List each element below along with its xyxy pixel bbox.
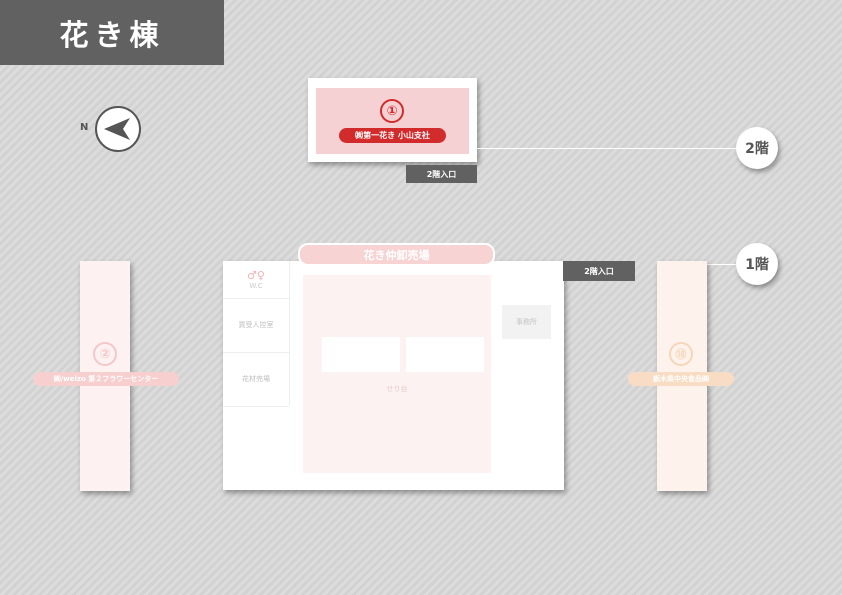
wholesale-floor [303,275,491,473]
floor-1-leader-line [706,264,740,265]
restroom: ♂♀ W.C [223,261,289,299]
auction-stand-label: せり台 [386,385,408,393]
building-18-number: ⑱ [669,342,693,366]
entrance-2f-upper: 2階入口 [406,165,477,183]
buyer-room: 買受人控室 [223,298,289,353]
floor-1-badge: 1階 [736,243,778,285]
restroom-label: W.C [249,281,263,290]
building-1-number: ① [380,99,404,123]
callout-pointer [396,265,408,272]
north-arrow-icon [95,106,141,152]
entrance-2f-main: 2階入口 [563,261,635,281]
office: 事務所 [502,305,551,339]
page-title: 花き棟 [0,0,224,65]
building-2-number: ② [93,342,117,366]
north-arrow-shape [104,118,130,140]
flower-market: 花材売場 [223,352,289,407]
building-18-tenant: 栃木県中央食品㈱ [628,372,734,386]
building-2-tenant: ㈱/welzo 第２フラワーセンター [33,372,179,386]
restroom-icon: ♂♀ [247,268,265,282]
auction-slot-left [322,337,400,372]
auction-slot-right [406,337,484,372]
wholesale-floor-callout: 花き仲卸売場 [298,243,495,266]
compass-label: N [80,122,89,133]
building-1-tenant: ㈱第一花き 小山支社 [339,128,446,143]
floor-2-leader-line [477,148,740,149]
floor-2-badge: 2階 [736,127,778,169]
